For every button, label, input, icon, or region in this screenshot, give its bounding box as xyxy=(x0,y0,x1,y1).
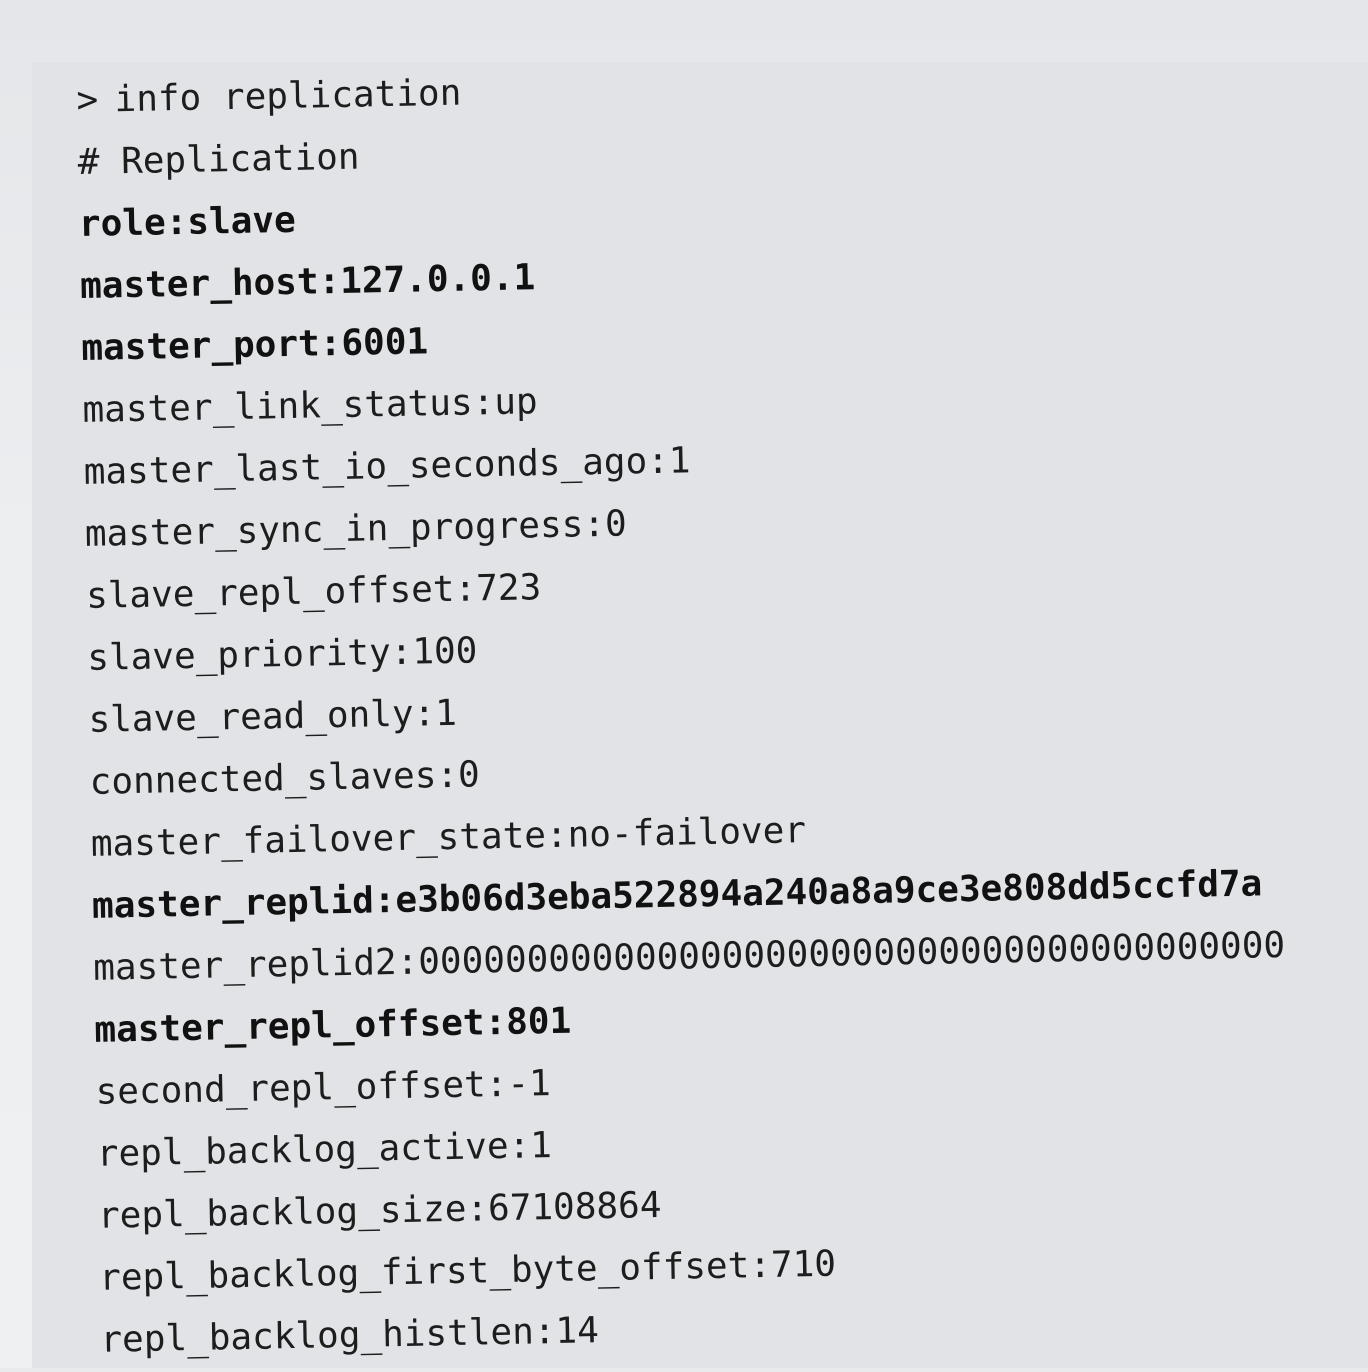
prompt-symbol: > xyxy=(76,79,99,121)
command-text: info replication xyxy=(114,72,462,121)
terminal-output: > info replication # Replication role:sla… xyxy=(76,47,1293,1372)
code-block: > info replication # Replication role:sla… xyxy=(32,62,1368,1368)
book-page: > info replication # Replication role:sla… xyxy=(0,0,1368,1368)
